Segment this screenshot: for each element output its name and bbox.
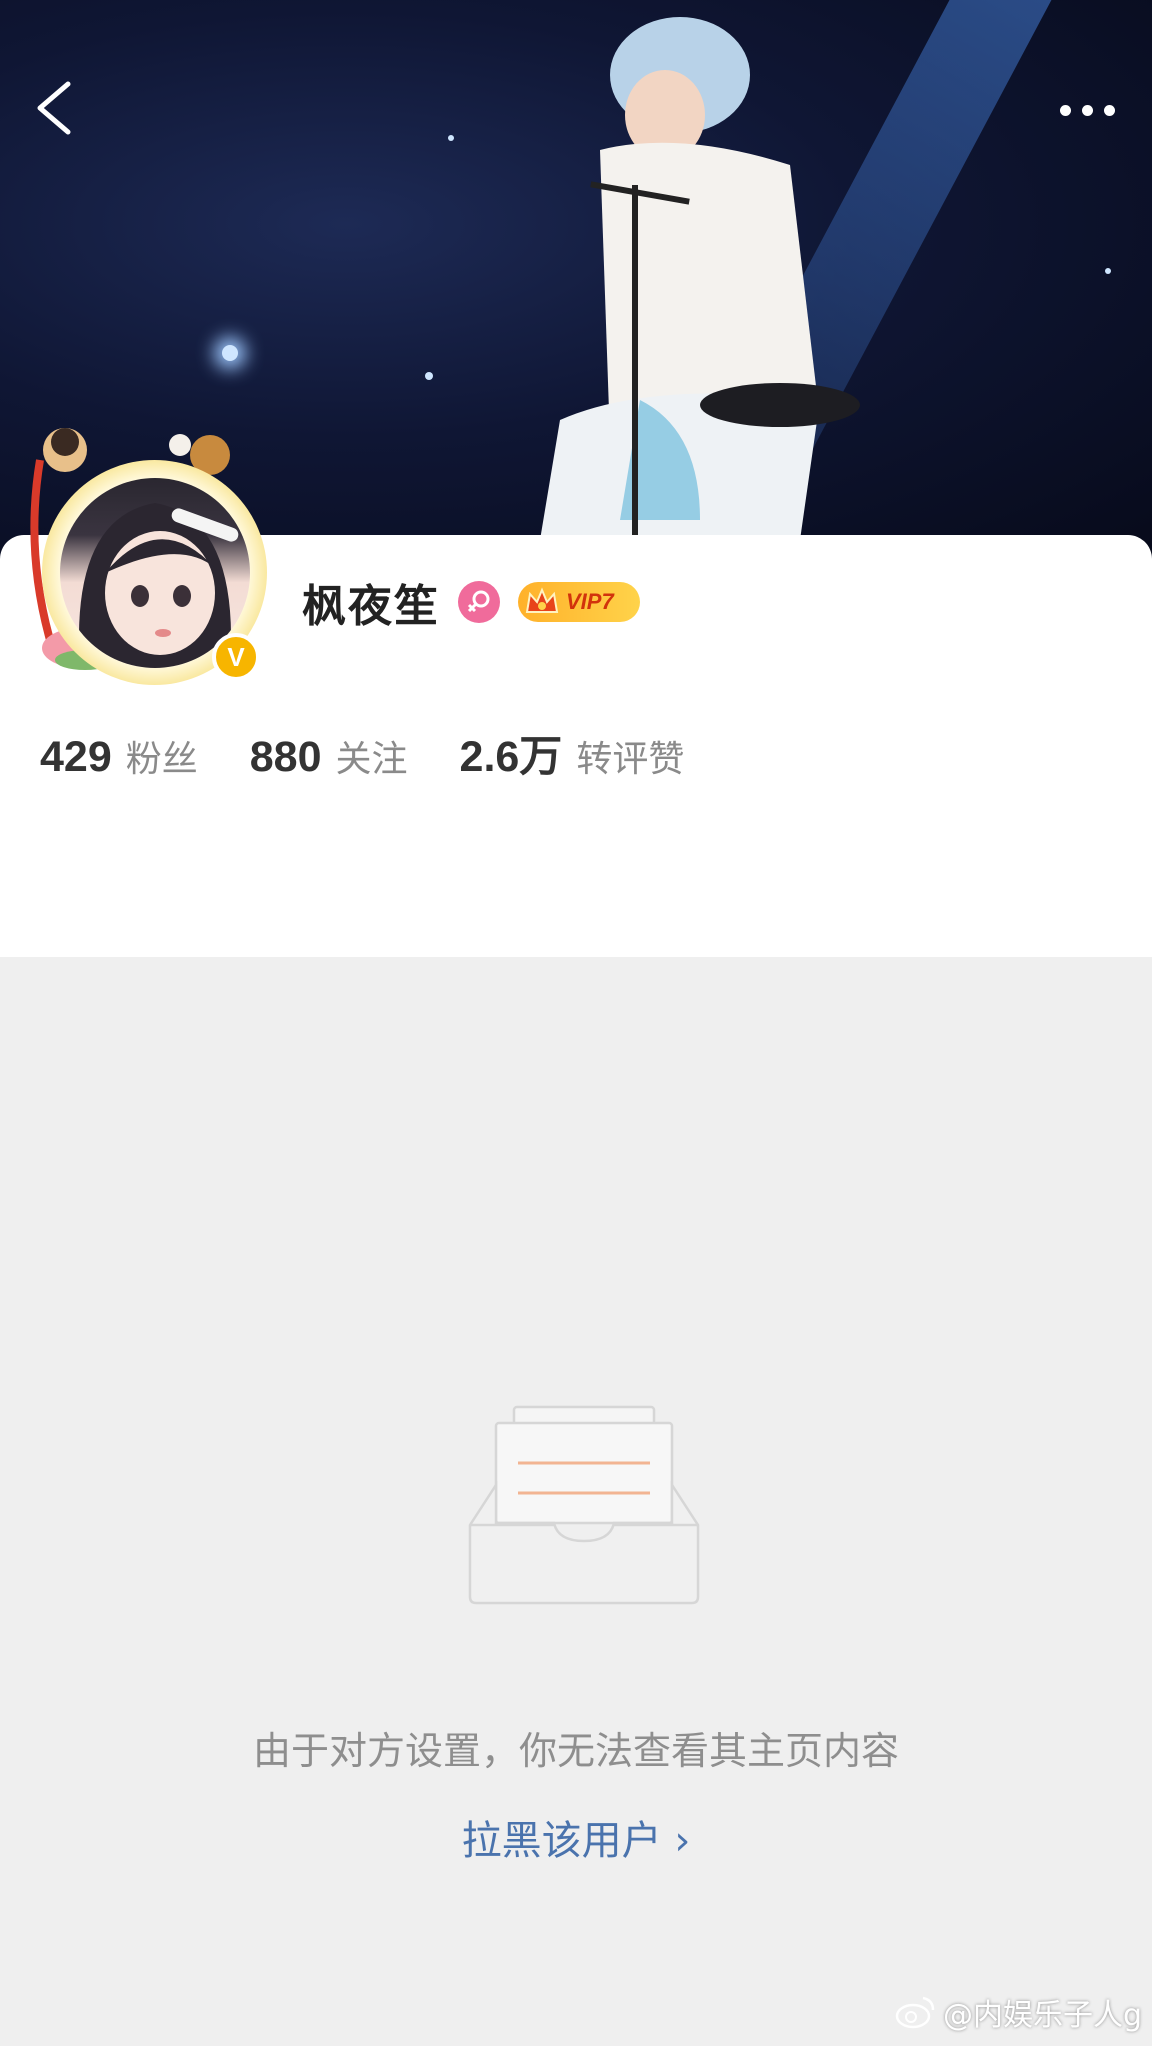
empty-box-icon bbox=[468, 1405, 700, 1605]
vip-badge[interactable]: VIP7 bbox=[518, 582, 640, 622]
stat-value: 429 bbox=[40, 733, 112, 781]
ellipsis-icon bbox=[1059, 104, 1071, 116]
privacy-notice: 由于对方设置，你无法查看其主页内容 bbox=[252, 1729, 899, 1773]
stat-followers[interactable]: 429 粉丝 bbox=[40, 730, 198, 782]
watermark: @内娱乐子人g bbox=[895, 1990, 1142, 2034]
stat-interactions[interactable]: 2.6万 转评赞 bbox=[460, 722, 685, 784]
stat-following[interactable]: 880 关注 bbox=[250, 730, 408, 782]
stat-label: 关注 bbox=[335, 739, 408, 780]
stats-row: 429 粉丝 880 关注 2.6万 转评赞 bbox=[40, 722, 684, 784]
name-row: 枫夜笙 VIP7 bbox=[302, 572, 640, 632]
chevron-left-icon bbox=[37, 81, 71, 135]
vip-label: VIP7 bbox=[566, 589, 614, 614]
female-icon bbox=[458, 581, 500, 623]
v-badge-icon: V bbox=[227, 641, 245, 672]
stat-value: 880 bbox=[249, 733, 322, 781]
back-button[interactable] bbox=[28, 72, 88, 142]
weibo-logo-icon bbox=[895, 1996, 935, 2029]
username: 枫夜笙 bbox=[302, 581, 440, 632]
watermark-text: @内娱乐子人g bbox=[942, 1998, 1142, 2033]
stat-value: 2.6万 bbox=[459, 733, 563, 781]
more-button[interactable] bbox=[1042, 85, 1132, 135]
verified-badge: V bbox=[212, 633, 260, 681]
stat-label: 粉丝 bbox=[125, 739, 198, 780]
crown-icon bbox=[525, 587, 559, 613]
avatar[interactable]: V bbox=[20, 420, 285, 685]
block-user-link[interactable]: 拉黑该用户 › bbox=[0, 1808, 1152, 1866]
stat-label: 转评赞 bbox=[576, 739, 685, 780]
